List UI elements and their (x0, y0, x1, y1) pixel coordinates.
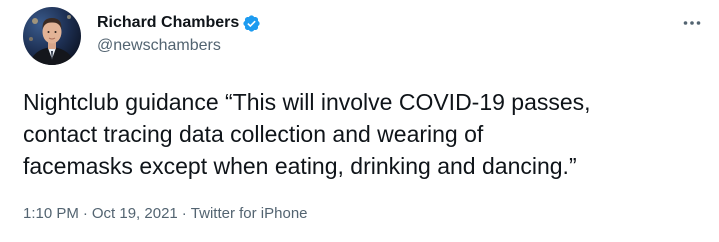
tweet-card: Richard Chambers @newschambers Nightclub… (0, 0, 719, 242)
tweet-text-line: contact tracing data collection and wear… (23, 121, 484, 147)
tweet-text-line: Nightclub guidance “This will involve CO… (23, 89, 591, 115)
avatar[interactable] (23, 7, 81, 65)
tweet-date[interactable]: Oct 19, 2021 (92, 205, 178, 222)
meta-separator: · (181, 205, 187, 222)
author-handle[interactable]: @newschambers (97, 37, 221, 55)
meta-separator: · (82, 205, 88, 222)
author-display-name[interactable]: Richard Chambers (97, 14, 239, 32)
avatar-image (23, 7, 81, 65)
author-name-row[interactable]: Richard Chambers (97, 12, 261, 34)
tweet-source[interactable]: Twitter for iPhone (191, 205, 308, 222)
more-options-icon (683, 21, 701, 25)
tweet-time[interactable]: 1:10 PM (23, 205, 79, 222)
more-options-button[interactable] (678, 13, 706, 33)
verified-badge-icon (242, 14, 261, 33)
tweet-text: Nightclub guidance “This will involve CO… (23, 86, 713, 182)
tweet-metadata: 1:10 PM · Oct 19, 2021 · Twitter for iPhone (23, 205, 308, 222)
tweet-text-line: facemasks except when eating, drinking a… (23, 153, 577, 179)
